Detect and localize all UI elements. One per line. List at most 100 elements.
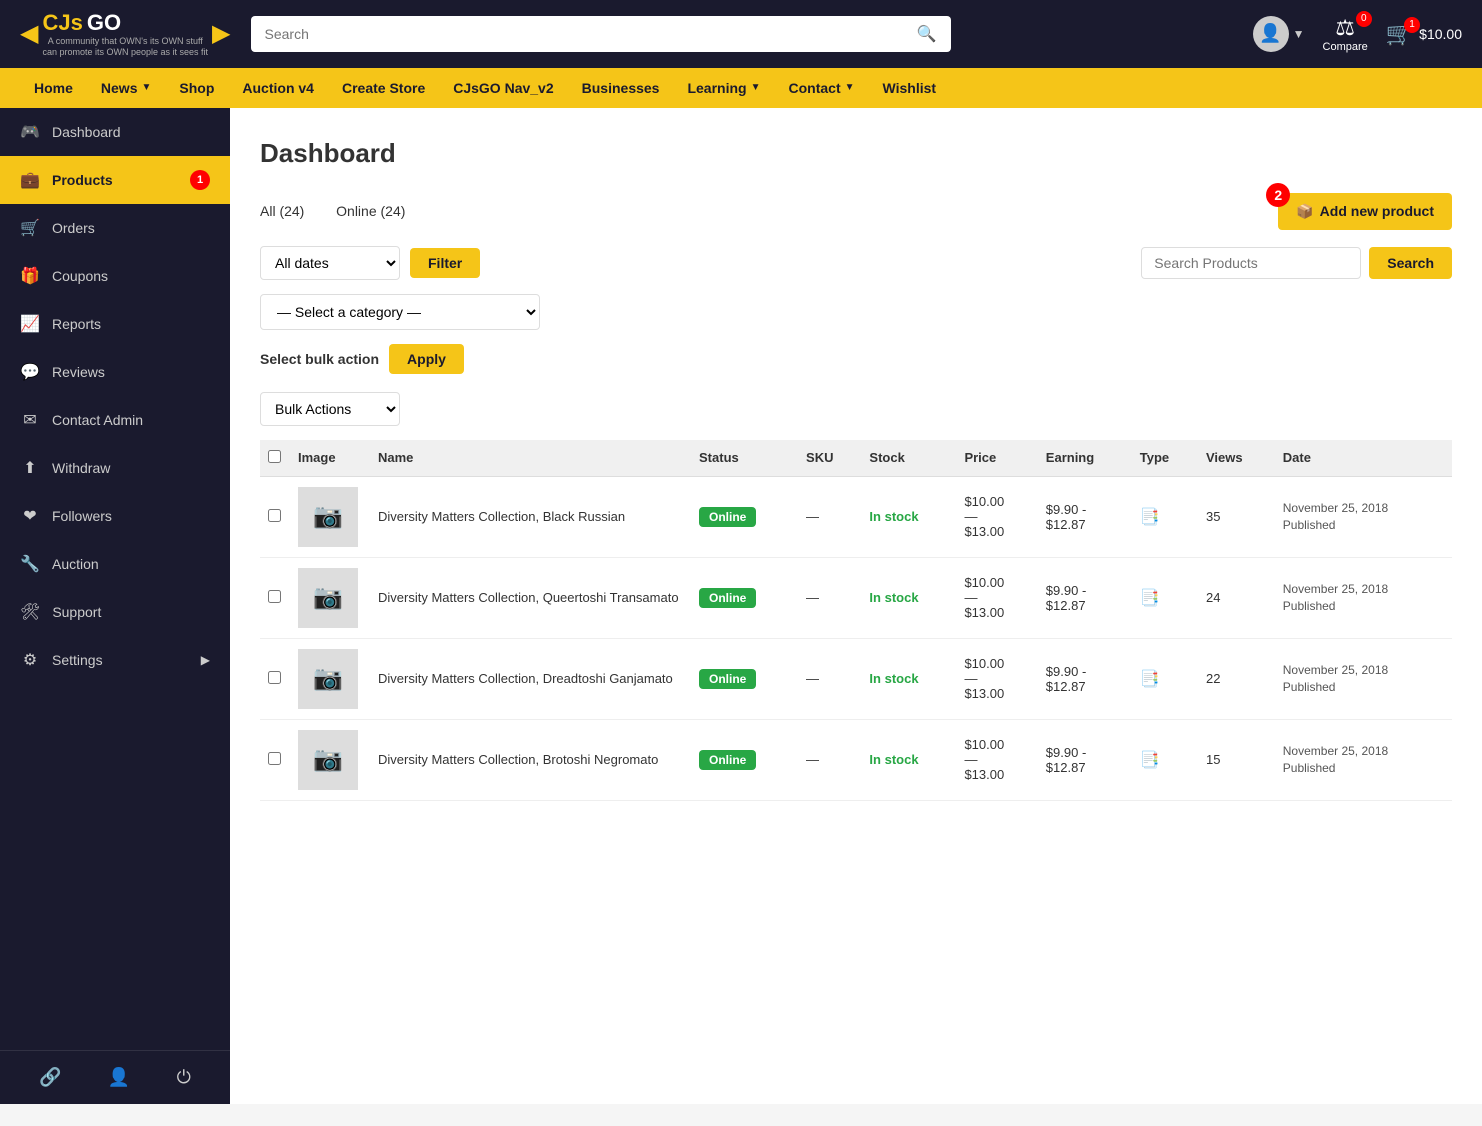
status-badge-1: Online: [699, 588, 756, 608]
cart-area[interactable]: 1 🛒 $10.00: [1386, 21, 1462, 47]
search-submit-button[interactable]: 🔍: [917, 24, 937, 44]
sidebar-item-withdraw[interactable]: ⬆ Withdraw: [0, 444, 230, 492]
row-checkbox-2[interactable]: [268, 671, 281, 684]
apply-button[interactable]: Apply: [389, 344, 464, 374]
row-status-cell: Online: [691, 557, 798, 638]
row-name-cell[interactable]: Diversity Matters Collection, Black Russ…: [370, 476, 691, 557]
nav-item-cjsgo[interactable]: CJsGO Nav_v2: [439, 68, 567, 108]
row-name-cell[interactable]: Diversity Matters Collection, Dreadtoshi…: [370, 638, 691, 719]
sidebar-item-followers[interactable]: ❤ Followers: [0, 492, 230, 540]
search-bar[interactable]: 🔍: [251, 16, 951, 52]
contact-admin-icon: ✉: [20, 410, 40, 430]
nav-item-create-store[interactable]: Create Store: [328, 68, 439, 108]
sidebar-item-reports[interactable]: 📈 Reports: [0, 300, 230, 348]
row-views-cell: 22: [1198, 638, 1275, 719]
search-products-button[interactable]: Search: [1369, 247, 1452, 279]
sidebar-item-support[interactable]: 🛠 Support: [0, 588, 230, 636]
date-filter-select[interactable]: All dates: [260, 246, 400, 280]
nav-item-auction[interactable]: Auction v4: [228, 68, 328, 108]
add-product-button[interactable]: 2 📦 Add new product: [1278, 193, 1452, 230]
stock-status-3: In stock: [869, 752, 918, 767]
row-price-cell: $10.00—$13.00: [956, 557, 1037, 638]
row-sku-cell: —: [798, 557, 861, 638]
nav-bar: Home News ▼ Shop Auction v4 Create Store…: [0, 68, 1482, 108]
nav-item-news[interactable]: News ▼: [87, 68, 165, 108]
settings-icon: ⚙: [20, 650, 40, 670]
product-tabs: All (24) Online (24): [260, 203, 405, 219]
table-row: 📷 Diversity Matters Collection, Queertos…: [260, 557, 1452, 638]
tab-online[interactable]: Online (24): [336, 203, 405, 219]
row-type-cell: 📑: [1132, 557, 1198, 638]
sidebar-item-settings[interactable]: ⚙ Settings ▶: [0, 636, 230, 684]
row-checkbox-1[interactable]: [268, 590, 281, 603]
cart-badge: 1: [1404, 17, 1420, 33]
row-type-cell: 📑: [1132, 638, 1198, 719]
type-icon-1: 📑: [1140, 590, 1160, 607]
col-earning: Earning: [1038, 440, 1132, 477]
row-views-cell: 35: [1198, 476, 1275, 557]
row-status-cell: Online: [691, 638, 798, 719]
filter-button[interactable]: Filter: [410, 248, 480, 278]
auction-icon: 🔧: [20, 554, 40, 574]
search-products-input[interactable]: [1141, 247, 1361, 279]
step-badge-2: 2: [1266, 183, 1290, 207]
sidebar-external-icon[interactable]: 🔗: [39, 1067, 61, 1088]
sidebar-item-dashboard[interactable]: 🎮 Dashboard: [0, 108, 230, 156]
row-stock-cell: In stock: [861, 557, 956, 638]
row-name-cell[interactable]: Diversity Matters Collection, Brotoshi N…: [370, 719, 691, 800]
row-image-cell: 📷: [290, 638, 370, 719]
products-badge: 1: [190, 170, 210, 190]
select-all-checkbox[interactable]: [268, 450, 281, 463]
compare-icon: ⚖: [1335, 15, 1355, 41]
product-image-0: 📷: [298, 487, 358, 547]
sidebar-label-products: Products: [52, 172, 113, 188]
table-row: 📷 Diversity Matters Collection, Dreadtos…: [260, 638, 1452, 719]
sidebar-item-reviews[interactable]: 💬 Reviews: [0, 348, 230, 396]
sidebar-item-auction[interactable]: 🔧 Auction: [0, 540, 230, 588]
logo-arrow-right-icon: ▶: [212, 19, 230, 48]
sidebar-item-coupons[interactable]: 🎁 Coupons: [0, 252, 230, 300]
add-product-icon: 📦: [1296, 203, 1313, 220]
bulk-select-row: Bulk Actions: [260, 392, 1452, 426]
col-checkbox: [260, 440, 290, 477]
stock-status-2: In stock: [869, 671, 918, 686]
row-name-cell[interactable]: Diversity Matters Collection, Queertoshi…: [370, 557, 691, 638]
row-checkbox-cell: [260, 557, 290, 638]
nav-item-shop[interactable]: Shop: [165, 68, 228, 108]
tab-all[interactable]: All (24): [260, 203, 304, 219]
col-stock: Stock: [861, 440, 956, 477]
product-image-1: 📷: [298, 568, 358, 628]
stock-status-0: In stock: [869, 509, 918, 524]
sidebar-item-contact-admin[interactable]: ✉ Contact Admin: [0, 396, 230, 444]
row-checkbox-cell: [260, 476, 290, 557]
search-input[interactable]: [265, 26, 917, 42]
nav-item-learning[interactable]: Learning ▼: [673, 68, 774, 108]
row-checkbox-3[interactable]: [268, 752, 281, 765]
row-date-cell: November 25, 2018Published: [1275, 476, 1452, 557]
type-icon-3: 📑: [1140, 752, 1160, 769]
row-stock-cell: In stock: [861, 476, 956, 557]
row-sku-cell: —: [798, 719, 861, 800]
row-image-cell: 📷: [290, 476, 370, 557]
sidebar-user-icon[interactable]: 👤: [108, 1067, 130, 1088]
sidebar: 🎮 Dashboard 💼 Products 1 🛒 Orders 🎁 Coup…: [0, 108, 230, 1104]
row-stock-cell: In stock: [861, 719, 956, 800]
col-image: Image: [290, 440, 370, 477]
col-sku: SKU: [798, 440, 861, 477]
nav-item-wishlist[interactable]: Wishlist: [869, 68, 951, 108]
nav-item-home[interactable]: Home: [20, 68, 87, 108]
sidebar-item-products[interactable]: 💼 Products 1: [0, 156, 230, 204]
reviews-icon: 💬: [20, 362, 40, 382]
row-checkbox-cell: [260, 719, 290, 800]
compare-area[interactable]: 0 ⚖ Compare: [1323, 15, 1368, 53]
page-title: Dashboard: [260, 138, 1452, 169]
sidebar-power-icon[interactable]: ⏻: [177, 1067, 191, 1088]
avatar-area[interactable]: 👤 ▼: [1253, 16, 1305, 52]
bulk-actions-select[interactable]: Bulk Actions: [260, 392, 400, 426]
nav-item-contact[interactable]: Contact ▼: [775, 68, 869, 108]
sidebar-item-orders[interactable]: 🛒 Orders: [0, 204, 230, 252]
row-type-cell: 📑: [1132, 476, 1198, 557]
category-select[interactable]: — Select a category —: [260, 294, 540, 330]
row-checkbox-0[interactable]: [268, 509, 281, 522]
nav-item-businesses[interactable]: Businesses: [568, 68, 674, 108]
